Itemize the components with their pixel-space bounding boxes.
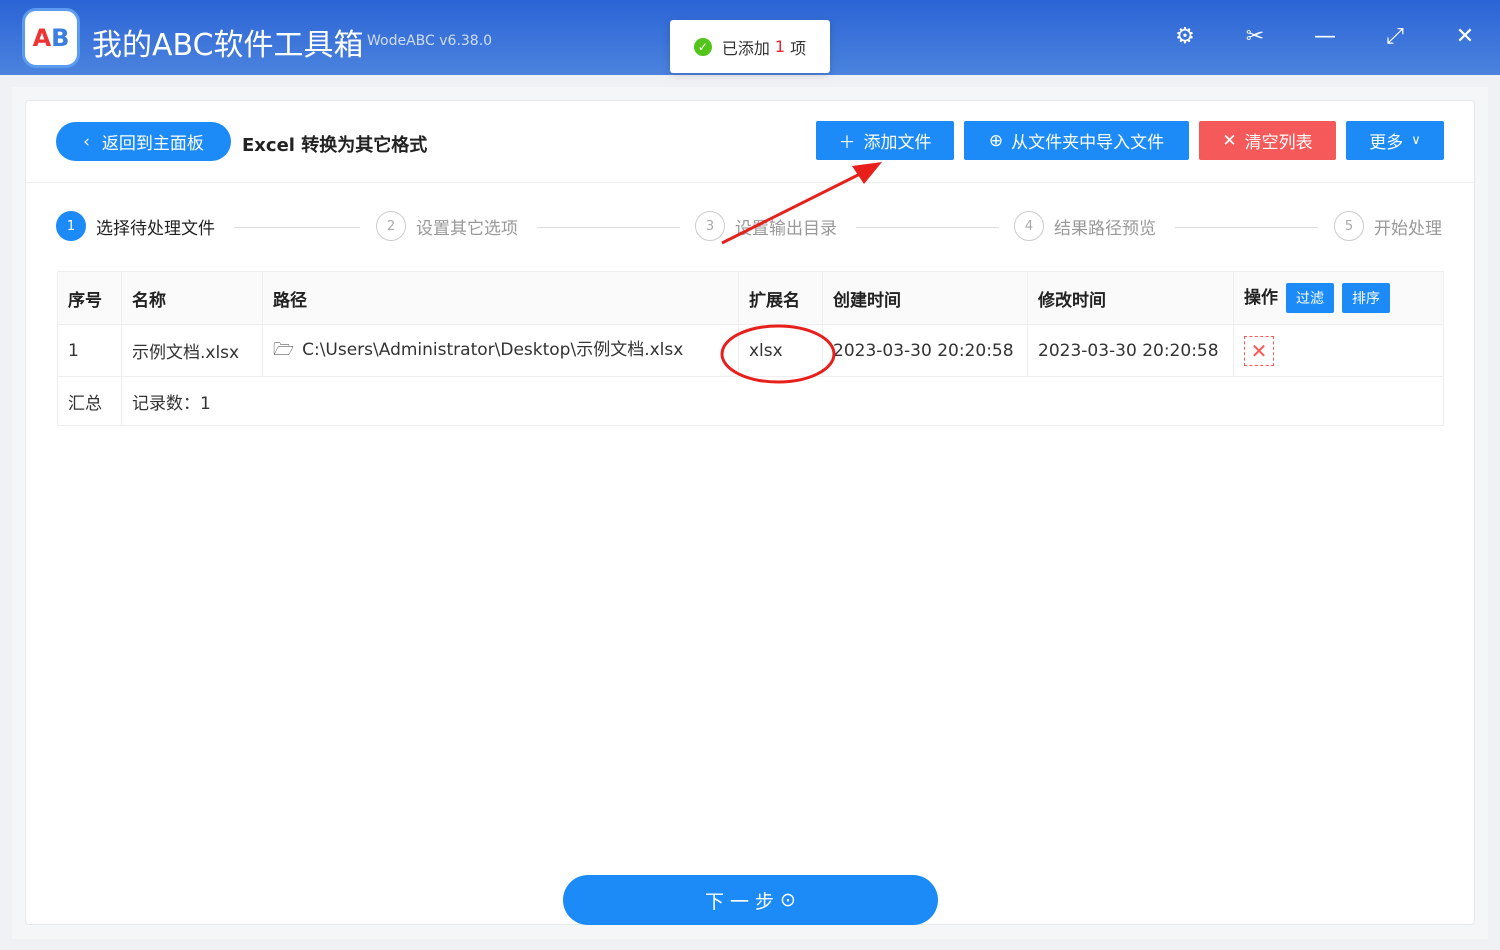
more-dropdown[interactable]: 更多 ∨	[1346, 121, 1444, 160]
step-connector	[856, 227, 999, 228]
cell-name: 示例文档.xlsx	[121, 324, 263, 377]
col-path: 路径	[262, 271, 739, 325]
filter-button[interactable]: 过滤	[1286, 283, 1334, 313]
col-name: 名称	[121, 271, 263, 325]
clear-list-button[interactable]: ✕ 清空列表	[1199, 121, 1336, 160]
col-modified: 修改时间	[1027, 271, 1234, 325]
app-title: 我的ABC软件工具箱	[92, 28, 364, 63]
toast-count: 1	[774, 37, 786, 56]
close-button[interactable]: ✕	[1450, 24, 1480, 49]
step-number: 5	[1334, 211, 1364, 241]
more-label: 更多	[1369, 133, 1404, 153]
summary-row: 汇总 记录数：1	[57, 376, 1444, 426]
plus-circle-icon: ⊕	[988, 130, 1004, 151]
step-number: 4	[1014, 211, 1044, 241]
path-text: C:\Users\Administrator\Desktop\示例文档.xlsx	[302, 340, 684, 360]
settings-icon[interactable]: ⚙	[1170, 24, 1200, 49]
step-label: 结果路径预览	[1054, 218, 1156, 239]
col-created: 创建时间	[822, 271, 1028, 325]
back-label: 返回到主面板	[101, 134, 204, 154]
delete-row-button[interactable]: ✕	[1244, 335, 1274, 366]
summary-label: 汇总	[57, 376, 122, 426]
step-2: 2 设置其它选项	[376, 211, 518, 241]
next-label: 下一步	[705, 890, 781, 913]
col-index: 序号	[57, 271, 122, 325]
sort-button[interactable]: 排序	[1342, 283, 1390, 313]
step-connector	[234, 227, 360, 228]
table-header: 序号 名称 路径 扩展名 创建时间 修改时间 操作 过滤 排序	[57, 271, 1444, 325]
cell-index: 1	[57, 324, 122, 377]
app-logo: AB	[22, 8, 80, 68]
cell-ext: xlsx	[738, 324, 823, 377]
clear-list-label: 清空列表	[1244, 133, 1313, 153]
toast-suffix: 项	[790, 38, 807, 58]
back-button[interactable]: ‹ 返回到主面板	[56, 122, 231, 161]
toast-notification: ✓ 已添加 1 项	[670, 20, 830, 73]
maximize-button[interactable]: ⤢	[1380, 24, 1410, 49]
check-circle-icon: ✓	[693, 37, 712, 56]
col-actions: 操作 过滤 排序	[1233, 271, 1444, 325]
minimize-button[interactable]: —	[1310, 24, 1340, 49]
summary-value: 记录数：1	[121, 376, 1444, 426]
step-3: 3 设置输出目录	[695, 211, 837, 241]
divider	[26, 182, 1474, 183]
chevron-left-icon: ‹	[83, 131, 90, 152]
table-row[interactable]: 1 示例文档.xlsx 🗁 C:\Users\Administrator\Desk…	[57, 324, 1444, 377]
step-number: 1	[56, 211, 86, 241]
file-table: 序号 名称 路径 扩展名 创建时间 修改时间 操作 过滤 排序 1 示例文档.xls…	[57, 271, 1444, 426]
step-5: 5 开始处理	[1334, 211, 1442, 241]
step-1: 1 选择待处理文件	[56, 211, 215, 241]
import-folder-button[interactable]: ⊕ 从文件夹中导入文件	[964, 121, 1189, 160]
col-ext: 扩展名	[738, 271, 823, 325]
actions-label: 操作	[1244, 288, 1278, 308]
cell-created: 2023-03-30 20:20:58	[822, 324, 1028, 377]
plus-icon: ＋	[838, 133, 856, 153]
page-title: Excel 转换为其它格式	[242, 135, 428, 156]
step-label: 设置输出目录	[735, 218, 837, 239]
import-folder-label: 从文件夹中导入文件	[1011, 133, 1165, 153]
add-file-button[interactable]: ＋ 添加文件	[816, 121, 954, 160]
step-connector	[537, 227, 680, 228]
scissors-icon[interactable]: ✂	[1240, 24, 1270, 49]
arrow-right-circle-icon: ⊙	[780, 889, 796, 911]
step-label: 设置其它选项	[416, 218, 518, 239]
step-4: 4 结果路径预览	[1014, 211, 1156, 241]
toast-prefix: 已添加	[721, 38, 770, 58]
cell-modified: 2023-03-30 20:20:58	[1027, 324, 1234, 377]
step-number: 2	[376, 211, 406, 241]
step-connector	[1175, 227, 1318, 228]
chevron-down-icon: ∨	[1411, 133, 1421, 148]
cell-actions: ✕	[1233, 324, 1444, 377]
step-label: 选择待处理文件	[96, 218, 215, 239]
step-number: 3	[695, 211, 725, 241]
cell-path: 🗁 C:\Users\Administrator\Desktop\示例文档.xls…	[262, 324, 739, 377]
app-version: WodeABC v6.38.0	[367, 33, 493, 49]
add-file-label: 添加文件	[863, 133, 932, 153]
folder-icon[interactable]: 🗁	[273, 340, 294, 360]
x-icon: ✕	[1222, 130, 1237, 151]
next-step-button[interactable]: 下一步 ⊙	[563, 875, 938, 925]
step-label: 开始处理	[1374, 218, 1442, 239]
